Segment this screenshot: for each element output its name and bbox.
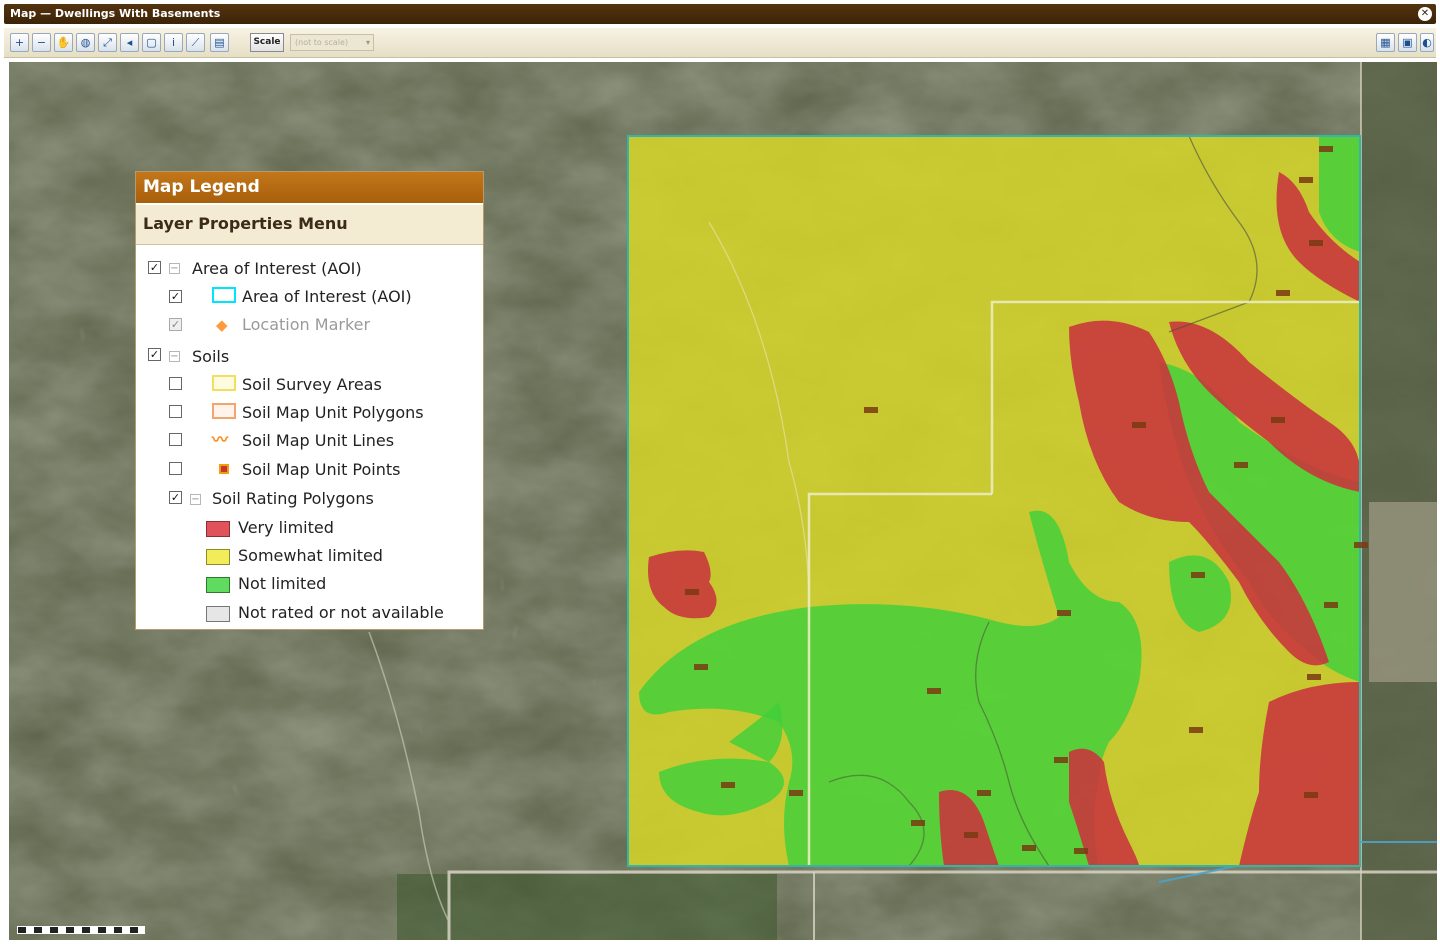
map-toolbar: + − ✋ ◍ ⤢ ◂ ▢ i ⟋ ▤ Scale (not to scale)…: [4, 28, 1436, 58]
soil-survey-areas-checkbox[interactable]: [169, 377, 182, 390]
pan-icon[interactable]: ✋: [54, 33, 73, 52]
zoom-extent-icon[interactable]: ⤢: [98, 33, 117, 52]
soil-map-unit-points-checkbox[interactable]: [169, 462, 182, 475]
somewhat-limited-swatch: [206, 549, 230, 565]
map-unit-line-icon: 〰: [212, 430, 229, 449]
zoom-in-icon[interactable]: +: [10, 33, 29, 52]
collapse-icon[interactable]: −: [169, 351, 180, 362]
zoom-out-icon[interactable]: −: [32, 33, 51, 52]
soils-group-checkbox[interactable]: ✓: [148, 348, 161, 361]
soils-group-label: Soils: [192, 347, 230, 366]
soil-survey-areas-swatch: [212, 375, 236, 391]
location-marker-icon: ◆: [216, 316, 228, 334]
map-scale-bar: [17, 926, 145, 934]
map-unit-point-icon: [219, 464, 229, 474]
window-title: Map — Dwellings With Basements: [10, 7, 221, 20]
not-limited-swatch: [206, 577, 230, 593]
soil-map-unit-polygons-label: Soil Map Unit Polygons: [242, 403, 424, 422]
aoi-layer-checkbox[interactable]: ✓: [169, 290, 182, 303]
aoi-layer-label: Area of Interest (AOI): [242, 287, 412, 306]
soil-map-unit-lines-checkbox[interactable]: [169, 433, 182, 446]
chevron-down-icon: ▾: [365, 38, 370, 47]
farmland-strip: [1361, 62, 1437, 940]
aoi-swatch: [212, 287, 236, 303]
map-legend-panel: Map Legend Layer Properties Menu ✓ − Are…: [135, 171, 484, 630]
layout-icon[interactable]: ▦: [1376, 33, 1395, 52]
somewhat-limited-label: Somewhat limited: [238, 546, 383, 565]
not-rated-swatch: [206, 606, 230, 622]
scale-value: (not to scale): [295, 38, 349, 47]
select-icon[interactable]: ▢: [142, 33, 161, 52]
help-icon[interactable]: ◐: [1420, 33, 1434, 52]
soil-rating-polygons-checkbox[interactable]: ✓: [169, 491, 182, 504]
measure-icon[interactable]: ⟋: [186, 33, 205, 52]
export-icon[interactable]: ▣: [1398, 33, 1417, 52]
location-marker-checkbox[interactable]: ✓: [169, 318, 182, 331]
aoi-group-checkbox[interactable]: ✓: [148, 261, 161, 274]
crop-field: [397, 874, 777, 940]
close-icon[interactable]: ✕: [1418, 7, 1432, 21]
soil-survey-areas-label: Soil Survey Areas: [242, 375, 382, 394]
soil-map-unit-polygons-checkbox[interactable]: [169, 405, 182, 418]
legend-subtitle[interactable]: Layer Properties Menu: [136, 205, 483, 245]
scale-button[interactable]: Scale: [250, 33, 284, 52]
very-limited-swatch: [206, 521, 230, 537]
window-title-bar: Map — Dwellings With Basements ✕: [0, 0, 1440, 28]
info-icon[interactable]: i: [164, 33, 183, 52]
location-marker-label: Location Marker: [242, 315, 371, 334]
back-icon[interactable]: ◂: [120, 33, 139, 52]
soil-map-unit-lines-label: Soil Map Unit Lines: [242, 431, 395, 450]
not-limited-label: Not limited: [238, 574, 327, 593]
not-rated-label: Not rated or not available: [238, 603, 444, 622]
legend-title[interactable]: Map Legend: [136, 172, 483, 205]
soil-map-unit-points-label: Soil Map Unit Points: [242, 460, 401, 479]
bare-field: [1369, 502, 1437, 682]
soil-map-unit-polygons-swatch: [212, 403, 236, 419]
collapse-icon[interactable]: −: [169, 263, 180, 274]
aoi-group-label: Area of Interest (AOI): [192, 259, 362, 278]
soil-rating-polygons-label: Soil Rating Polygons: [212, 489, 374, 508]
very-limited-label: Very limited: [238, 518, 334, 537]
globe-icon[interactable]: ◍: [76, 33, 95, 52]
scale-select[interactable]: (not to scale) ▾: [290, 34, 374, 51]
collapse-icon[interactable]: −: [190, 494, 201, 505]
title-bar-strip: Map — Dwellings With Basements ✕: [4, 4, 1436, 24]
print-icon[interactable]: ▤: [210, 33, 229, 52]
